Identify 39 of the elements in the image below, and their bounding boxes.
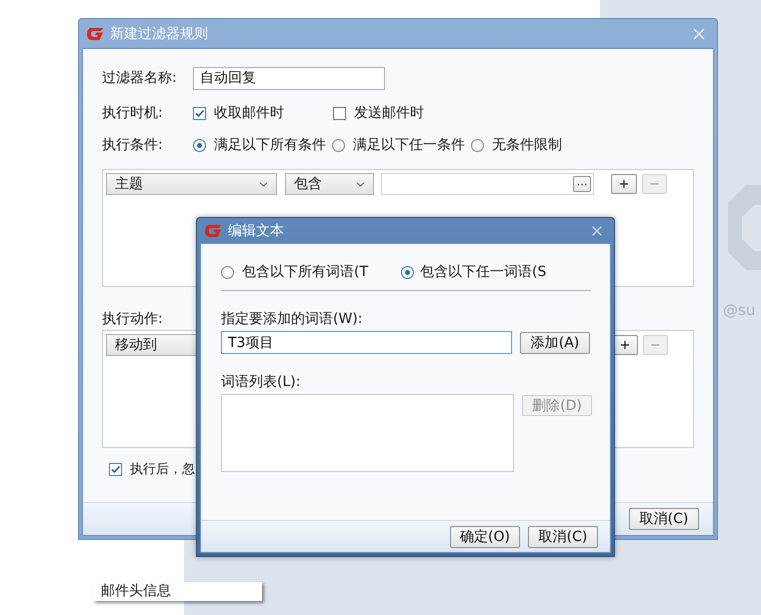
field-dropdown[interactable]: 主题 [106, 173, 277, 195]
add-button[interactable]: 添加(A) [520, 332, 590, 354]
word-input[interactable]: T3项目 [221, 331, 512, 354]
radio-label: 无条件限制 [492, 136, 562, 154]
checkbox-label: 执行后，忽 [130, 461, 195, 478]
operator-dropdown[interactable]: 包含 [285, 173, 374, 195]
field-label: 执行时机: [102, 104, 164, 122]
radio-button[interactable] [221, 266, 234, 278]
section-label: 执行动作: [102, 310, 163, 328]
logo-icon [86, 26, 104, 42]
radio-label: 满足以下任一条件 [353, 136, 465, 154]
name-input[interactable]: 自动回复 [193, 66, 385, 90]
field-label: 指定要添加的词语(W): [221, 310, 362, 328]
action-dropdown[interactable]: 移动到 [106, 334, 198, 356]
checkbox[interactable] [193, 106, 206, 120]
window-title: 新建过滤器规则 [110, 24, 209, 42]
field-label: 过滤器名称: [102, 69, 178, 87]
radio-label: 包含以下所有词语(T [242, 263, 368, 281]
ok-button[interactable]: 确定(O) [450, 526, 520, 548]
dialog-title: 编辑文本 [228, 222, 285, 240]
checkbox-label: 收取邮件时 [214, 104, 284, 122]
field-label: 词语列表(L): [221, 373, 300, 391]
radio-label: 满足以下所有条件 [214, 136, 326, 154]
browse-button[interactable]: ⋯ [573, 176, 591, 192]
checkbox[interactable] [109, 462, 122, 476]
add-button[interactable]: + [611, 174, 637, 194]
radio-button[interactable] [471, 138, 484, 152]
cancel-button[interactable]: 取消(C) [629, 508, 699, 530]
radio-button[interactable] [193, 138, 206, 152]
radio-label: 包含以下任一词语(S [420, 263, 546, 281]
field-label: 执行条件: [102, 136, 164, 154]
radio-button[interactable] [401, 266, 414, 278]
radio-button[interactable] [332, 138, 345, 152]
menu-item[interactable]: 邮件头信息 [93, 582, 262, 601]
cancel-button[interactable]: 取消(C) [528, 526, 598, 548]
checkbox-label: 发送邮件时 [354, 104, 424, 122]
logo-icon [204, 222, 222, 238]
checkbox[interactable] [333, 106, 346, 120]
value-field[interactable]: ⋯ [381, 173, 594, 195]
